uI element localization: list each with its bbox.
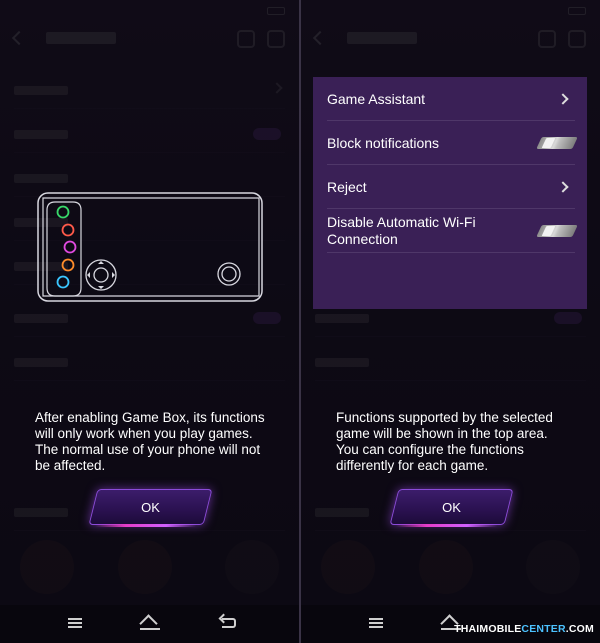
ok-button-label: OK: [442, 499, 461, 515]
watermark: THAIMOBILECENTER.COM: [454, 623, 594, 635]
panel-item-label: Game Assistant: [327, 91, 426, 107]
panel-item-block-notifications[interactable]: Block notifications: [327, 121, 578, 165]
menu-icon[interactable]: [65, 615, 85, 631]
watermark-part: .COM: [565, 623, 594, 635]
ok-button-label: OK: [141, 499, 160, 515]
right-screen: Game Assistant Block notifications Rejec…: [301, 0, 600, 643]
menu-icon[interactable]: [366, 615, 386, 631]
watermark-part: THAIMOBILE: [454, 623, 522, 635]
panel-item-label: Reject: [327, 179, 367, 195]
game-assistant-panel: Game Assistant Block notifications Rejec…: [313, 77, 587, 309]
panel-item-label: Block notifications: [327, 135, 440, 151]
phone-illustration-icon: [37, 192, 263, 302]
left-screen: After enabling Game Box, its functions w…: [0, 0, 299, 643]
panel-item-game-assistant[interactable]: Game Assistant: [327, 77, 575, 121]
ok-button[interactable]: OK: [88, 489, 213, 525]
back-icon[interactable]: [218, 613, 240, 631]
panel-item-disable-wifi[interactable]: Disable Automatic Wi-Fi Connection: [327, 209, 578, 253]
disable-wifi-toggle[interactable]: [536, 225, 578, 237]
navigation-bar: THAIMOBILECENTER.COM: [301, 605, 600, 643]
panel-item-label: Disable Automatic Wi-Fi Connection: [327, 214, 476, 247]
home-icon[interactable]: [139, 614, 160, 633]
block-notifications-toggle[interactable]: [536, 137, 578, 149]
navigation-bar: [0, 605, 299, 643]
guide-text: Functions supported by the selected game…: [336, 410, 553, 473]
watermark-accent: CENTER: [521, 623, 566, 635]
chevron-right-icon: [557, 93, 569, 105]
dim-overlay: [0, 0, 299, 643]
ok-button[interactable]: OK: [389, 489, 514, 525]
guide-text: After enabling Game Box, its functions w…: [35, 410, 265, 473]
panel-item-reject[interactable]: Reject: [327, 165, 575, 209]
chevron-right-icon: [557, 181, 569, 193]
